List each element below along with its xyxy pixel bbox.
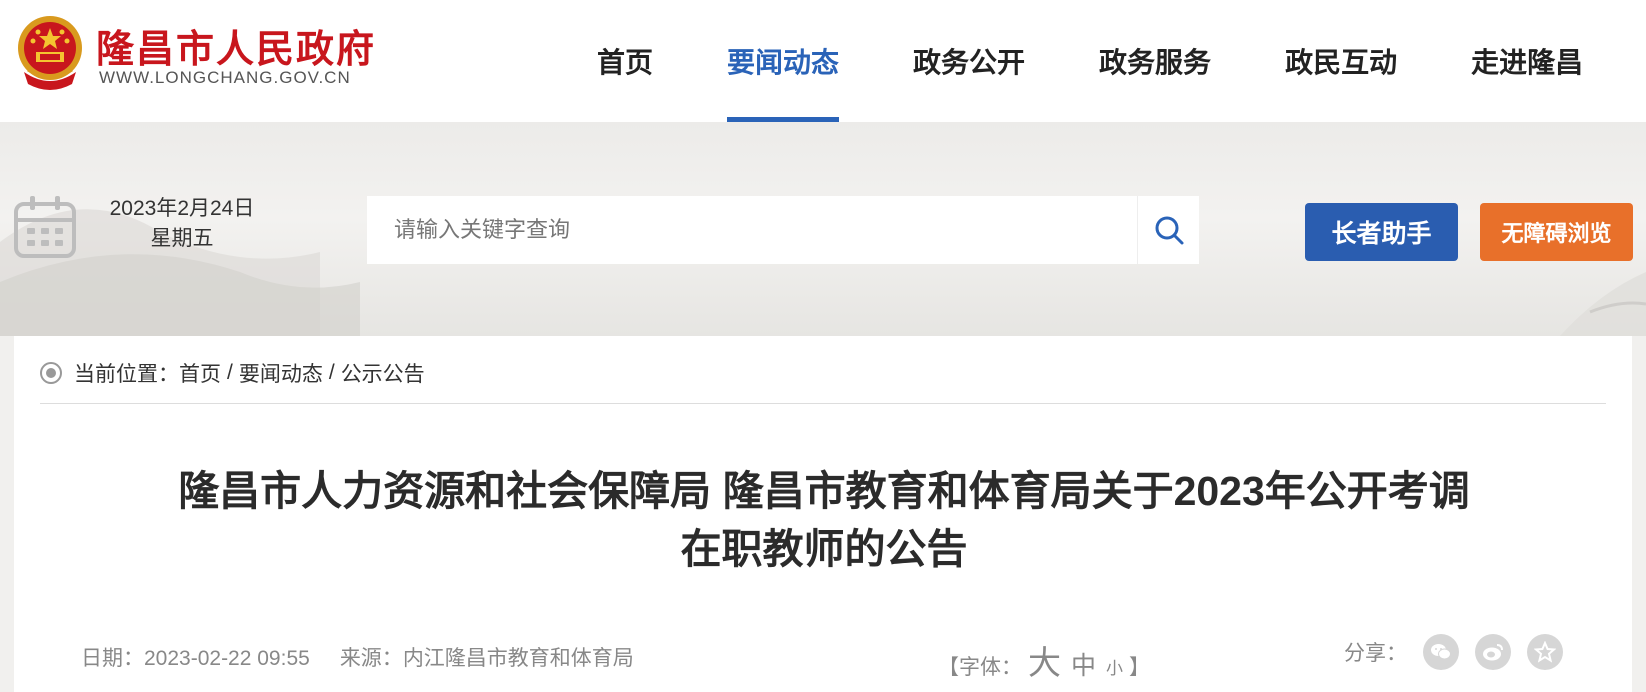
accessibility-button[interactable]: 无障碍浏览 <box>1480 203 1633 261</box>
nav-item-news[interactable]: 要闻动态 <box>690 0 876 122</box>
weibo-icon <box>1483 644 1503 661</box>
breadcrumb-prefix: 当前位置： <box>74 363 179 386</box>
share-bar: 分享： <box>1344 634 1563 670</box>
article-meta: 日期：2023-02-22 09:55 来源：内江隆昌市教育和体育局 <box>81 642 634 672</box>
banner-strip: 2023年2月24日 星期五 长者助手 无障碍浏览 <box>0 122 1646 336</box>
article-title-line: 隆昌市人力资源和社会保障局 隆昌市教育和体育局关于2023年公开考调 <box>178 468 1470 514</box>
page-margin-right <box>1632 336 1646 692</box>
site-header: 隆昌市人民政府 WWW.LONGCHANG.GOV.CN 首页 要闻动态 政务公… <box>0 0 1646 122</box>
breadcrumb: 当前位置： 首页 / 要闻动态 / 公示公告 <box>40 358 425 388</box>
article-title-line: 在职教师的公告 <box>680 526 968 572</box>
breadcrumb-separator: / <box>328 361 335 384</box>
font-size-large-button[interactable]: 大 <box>1028 636 1061 684</box>
favorite-icon <box>1534 641 1556 663</box>
calendar-icon <box>14 196 76 258</box>
radio-dot-icon <box>40 362 62 384</box>
publish-date: 2023-02-22 09:55 <box>144 647 310 670</box>
font-size-medium-button[interactable]: 中 <box>1071 646 1096 682</box>
nav-item-home[interactable]: 首页 <box>560 0 690 122</box>
date-label: 日期： <box>81 647 144 670</box>
font-size-label: 【字体： <box>938 656 1022 679</box>
site-domain: WWW.LONGCHANG.GOV.CN <box>99 68 351 87</box>
breadcrumb-news[interactable]: 要闻动态 <box>239 358 323 388</box>
search-input[interactable] <box>367 196 1137 264</box>
nav-item-gov-affairs[interactable]: 政务公开 <box>876 0 1062 122</box>
nav-item-gov-services[interactable]: 政务服务 <box>1062 0 1248 122</box>
search-button[interactable] <box>1137 196 1199 264</box>
national-emblem-icon[interactable] <box>14 14 86 92</box>
font-size-control: 【字体： 大 中 小 】 <box>938 636 1150 684</box>
favorite-share-button[interactable] <box>1527 634 1563 670</box>
share-label: 分享： <box>1344 642 1407 665</box>
wechat-icon <box>1431 644 1451 660</box>
weekday-text: 星期五 <box>150 227 214 250</box>
current-date: 2023年2月24日 星期五 <box>92 194 272 254</box>
article-source: 内江隆昌市教育和体育局 <box>402 647 634 670</box>
elder-assistant-button[interactable]: 长者助手 <box>1305 203 1458 261</box>
article-title: 隆昌市人力资源和社会保障局 隆昌市教育和体育局关于2023年公开考调 在职教师的… <box>94 462 1554 578</box>
nav-item-interaction[interactable]: 政民互动 <box>1248 0 1434 122</box>
source-label: 来源： <box>339 647 403 670</box>
main-nav: 首页 要闻动态 政务公开 政务服务 政民互动 走进隆昌 <box>560 0 1620 122</box>
search-box <box>367 196 1199 264</box>
date-text: 2023年2月24日 <box>109 197 255 220</box>
weibo-share-button[interactable] <box>1475 634 1511 670</box>
font-size-close-bracket: 】 <box>1129 656 1151 679</box>
article-container: 当前位置： 首页 / 要闻动态 / 公示公告 隆昌市人力资源和社会保障局 隆昌市… <box>14 336 1632 692</box>
nav-item-about[interactable]: 走进隆昌 <box>1434 0 1620 122</box>
search-icon <box>1155 216 1183 245</box>
breadcrumb-separator: / <box>227 361 233 384</box>
font-size-small-button[interactable]: 小 <box>1106 654 1123 679</box>
page-margin-left <box>0 336 14 692</box>
site-name[interactable]: 隆昌市人民政府 <box>96 18 376 73</box>
breadcrumb-divider <box>40 403 1606 404</box>
breadcrumb-home[interactable]: 首页 <box>179 358 221 388</box>
wechat-share-button[interactable] <box>1423 634 1459 670</box>
breadcrumb-notices[interactable]: 公示公告 <box>341 358 425 388</box>
